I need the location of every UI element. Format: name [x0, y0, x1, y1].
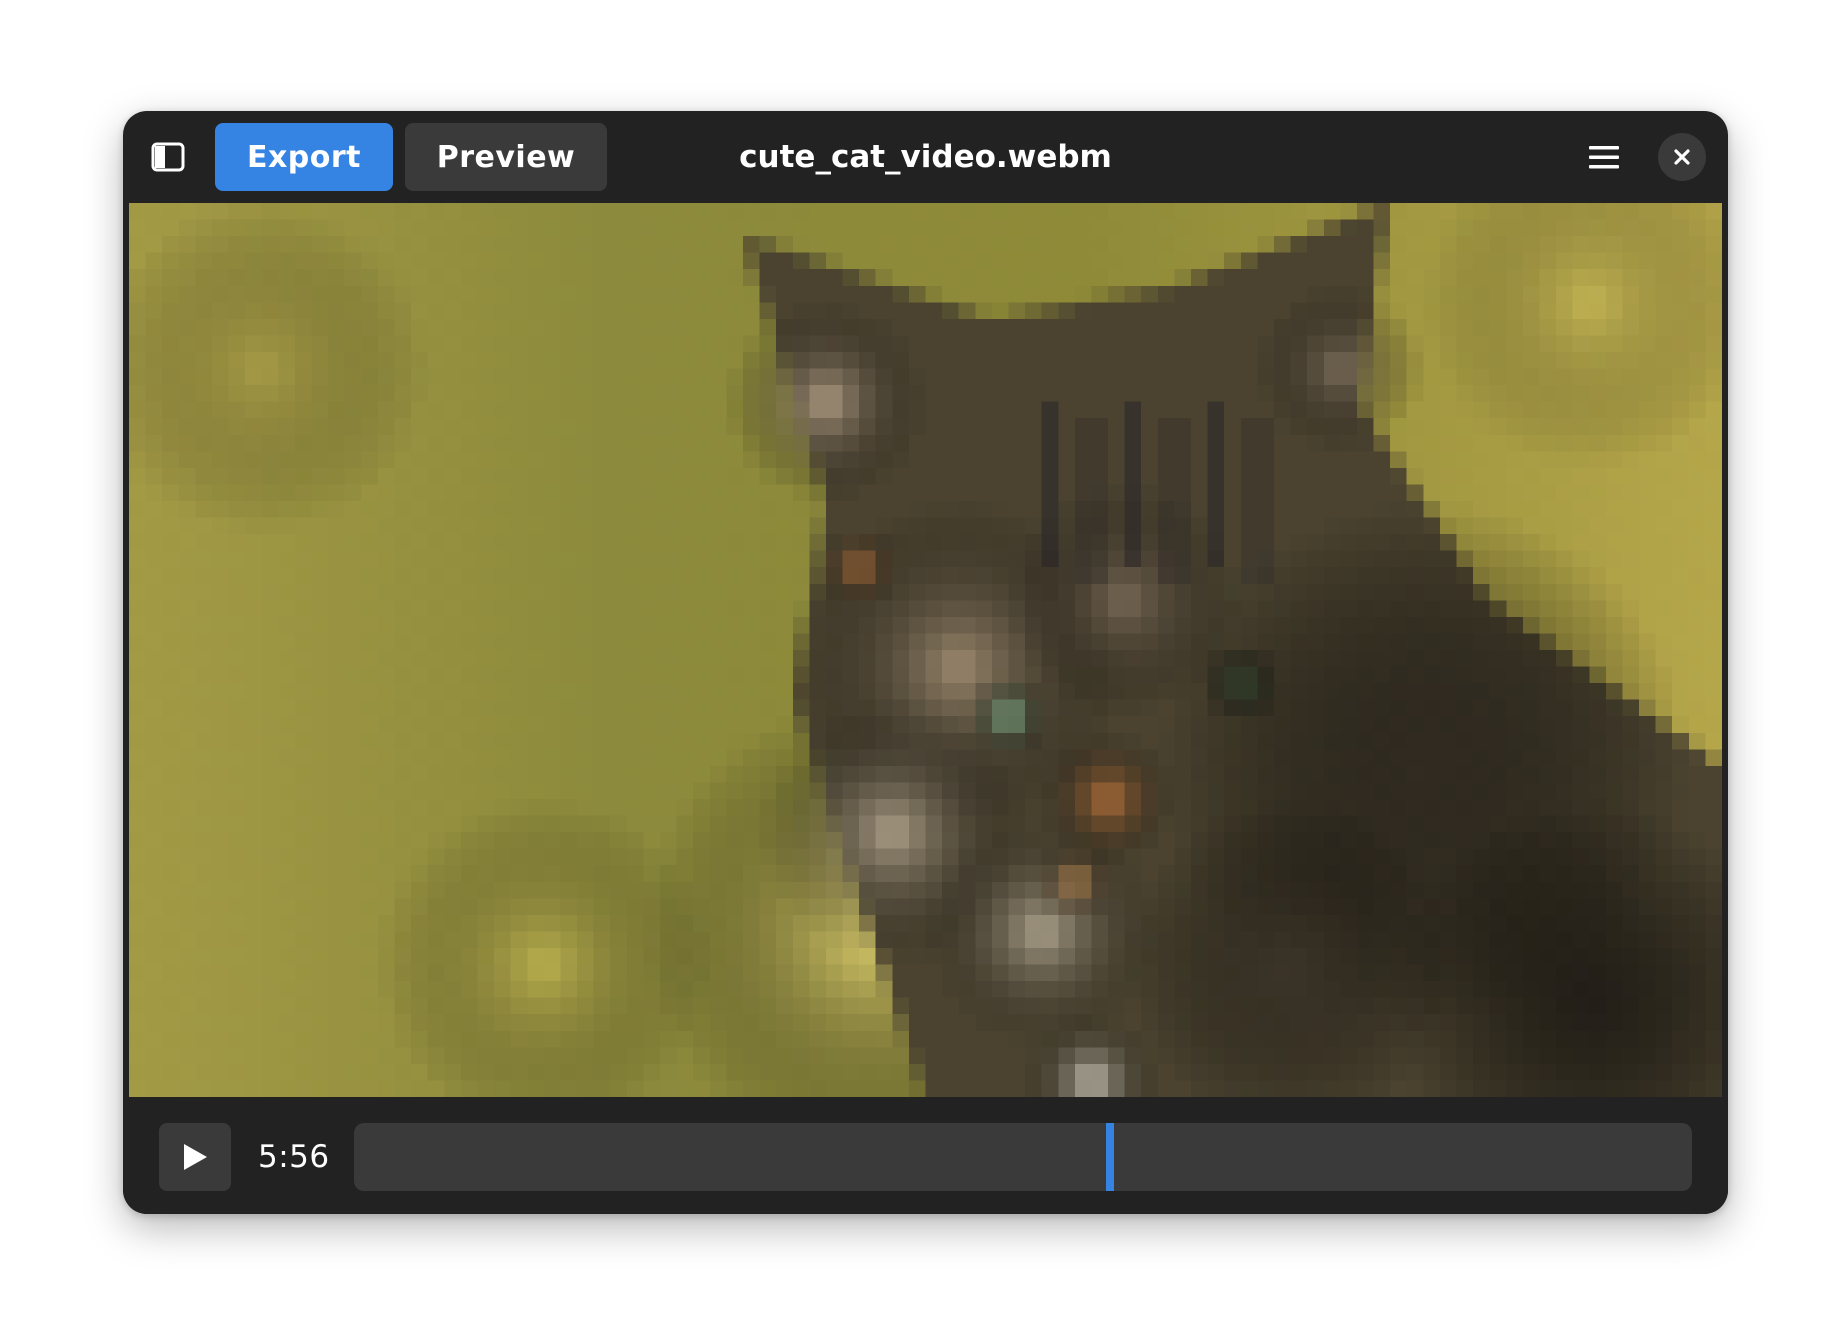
- sidebar-toggle-icon: [151, 142, 185, 172]
- video-frame[interactable]: [129, 203, 1722, 1097]
- play-button[interactable]: [159, 1123, 231, 1191]
- close-button[interactable]: [1658, 133, 1706, 181]
- playback-controls: 5:56: [123, 1097, 1728, 1214]
- main-menu-button[interactable]: [1584, 137, 1624, 177]
- preview-button[interactable]: Preview: [405, 123, 607, 191]
- hamburger-menu-icon: [1589, 146, 1619, 169]
- playhead[interactable]: [1105, 1123, 1114, 1191]
- cat-video-still: [129, 203, 1722, 1097]
- timeline-scrubber[interactable]: [354, 1123, 1692, 1191]
- export-button[interactable]: Export: [215, 123, 393, 191]
- close-icon: [1674, 149, 1690, 165]
- sidebar-toggle-button[interactable]: [151, 141, 185, 173]
- header-bar: Export Preview cute_cat_video.webm: [123, 111, 1728, 203]
- play-icon: [184, 1144, 207, 1170]
- video-editor-window: Export Preview cute_cat_video.webm 5:56: [123, 111, 1728, 1214]
- current-time: 5:56: [258, 1139, 330, 1175]
